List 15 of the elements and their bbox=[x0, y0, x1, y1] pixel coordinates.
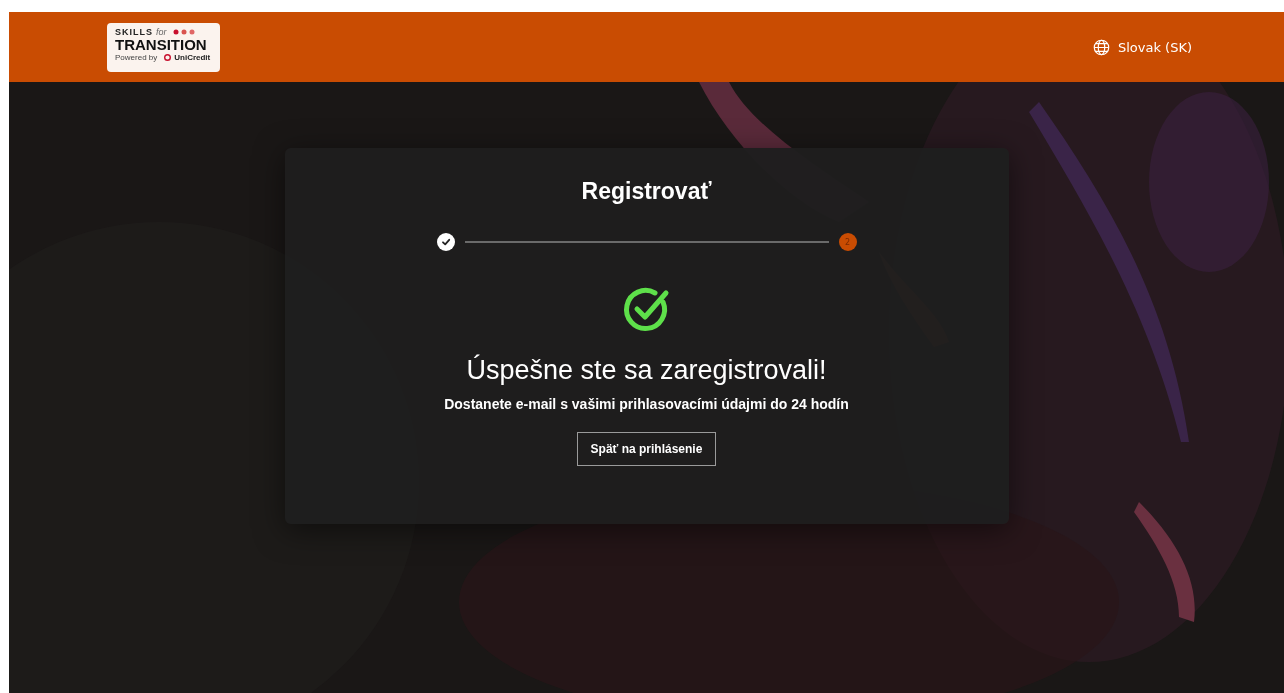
logo-text: TRANSITION bbox=[115, 36, 208, 53]
card-title: Registrovať bbox=[581, 178, 712, 205]
logo-text: for bbox=[156, 26, 167, 37]
back-to-login-button[interactable]: Späť na prihlásenie bbox=[576, 432, 717, 466]
brand-mark-icon bbox=[164, 53, 172, 61]
language-selector[interactable]: Slovak (SK) bbox=[1092, 38, 1192, 56]
logo-text: SKILLS bbox=[115, 26, 153, 37]
logo-text: Powered by bbox=[115, 52, 158, 62]
step-number: 2 bbox=[838, 233, 857, 251]
success-message: Dostanete e-mail s vašimi prihlasovacími údajmi do 24 hodín bbox=[444, 396, 849, 412]
logo[interactable]: SKILLS for TRANSITION Powered by UniCredit bbox=[107, 22, 220, 72]
dots-icon bbox=[172, 28, 195, 35]
globe-icon bbox=[1092, 38, 1110, 56]
success-heading: Úspešne ste sa zaregistrovali! bbox=[466, 355, 827, 386]
logo-text: UniCredit bbox=[174, 52, 211, 62]
